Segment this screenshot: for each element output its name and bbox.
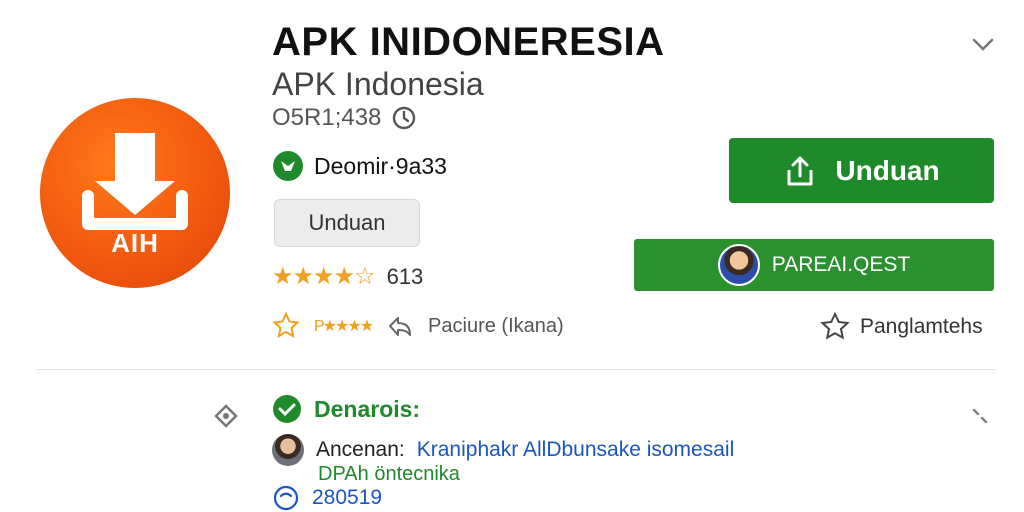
developer-row[interactable]: Deomir·9a33	[272, 150, 447, 182]
app-icon-label: AIH	[111, 228, 159, 258]
wishlist-label: Panglamtehs	[860, 315, 983, 338]
meta-text: O5R1;438	[272, 104, 382, 131]
chevron-down-icon[interactable]	[968, 30, 998, 60]
verified-icon	[273, 151, 303, 181]
star-icon	[820, 312, 850, 340]
app-meta: O5R1;438	[272, 104, 417, 132]
author-link[interactable]: Kraniphakr AllDbunsake isomesail	[417, 438, 735, 462]
share-label[interactable]: Paciure (Ikana)	[428, 315, 564, 338]
app-title: APK INIDONERESIA	[272, 20, 665, 64]
download-icon	[82, 133, 188, 230]
app-icon: AIH	[40, 98, 230, 288]
resize-icon[interactable]	[966, 402, 994, 430]
timer-icon	[393, 106, 416, 130]
details-number: 280519	[312, 486, 383, 509]
details-heading: Denarois:	[272, 394, 420, 424]
action-row: P★★★★ Paciure (Ikana)	[272, 312, 564, 340]
number-row: 280519	[272, 484, 382, 512]
author-row: Ancenan: Kraniphakr AllDbunsake isomesai…	[272, 434, 734, 466]
wishlist-button[interactable]: Panglamtehs	[820, 312, 983, 342]
mini-rating-stars: P★★★★	[314, 318, 374, 335]
app-subtitle: APK Indonesia	[272, 66, 484, 102]
author-prefix: Ancenan:	[316, 438, 405, 461]
check-circle-icon	[273, 395, 301, 423]
rating-stars: ★★★★☆	[272, 263, 376, 290]
divider	[36, 369, 996, 370]
author-avatar	[272, 434, 304, 466]
share-icon	[787, 156, 813, 185]
category-chip[interactable]: Unduan	[274, 199, 420, 247]
download-button[interactable]: Unduan	[729, 138, 994, 203]
tag-icon[interactable]	[212, 402, 240, 430]
download-button-label: Unduan	[835, 154, 940, 186]
details-heading-text: Denarois:	[314, 395, 421, 422]
secondary-button-label: PAREAI.QEST	[771, 253, 911, 276]
developer-name: Deomir·9a33	[314, 152, 447, 179]
rating-row: ★★★★☆ 613	[272, 262, 423, 291]
timer-icon	[273, 485, 299, 511]
category-chip-label: Unduan	[308, 210, 386, 235]
share-icon[interactable]	[386, 312, 414, 340]
secondary-button[interactable]: PAREAI.QEST	[634, 239, 994, 291]
avatar	[717, 244, 760, 286]
rating-count: 613	[386, 263, 424, 289]
star-icon[interactable]	[272, 312, 300, 340]
green-info-line: DPAh öntecnika	[318, 463, 460, 485]
